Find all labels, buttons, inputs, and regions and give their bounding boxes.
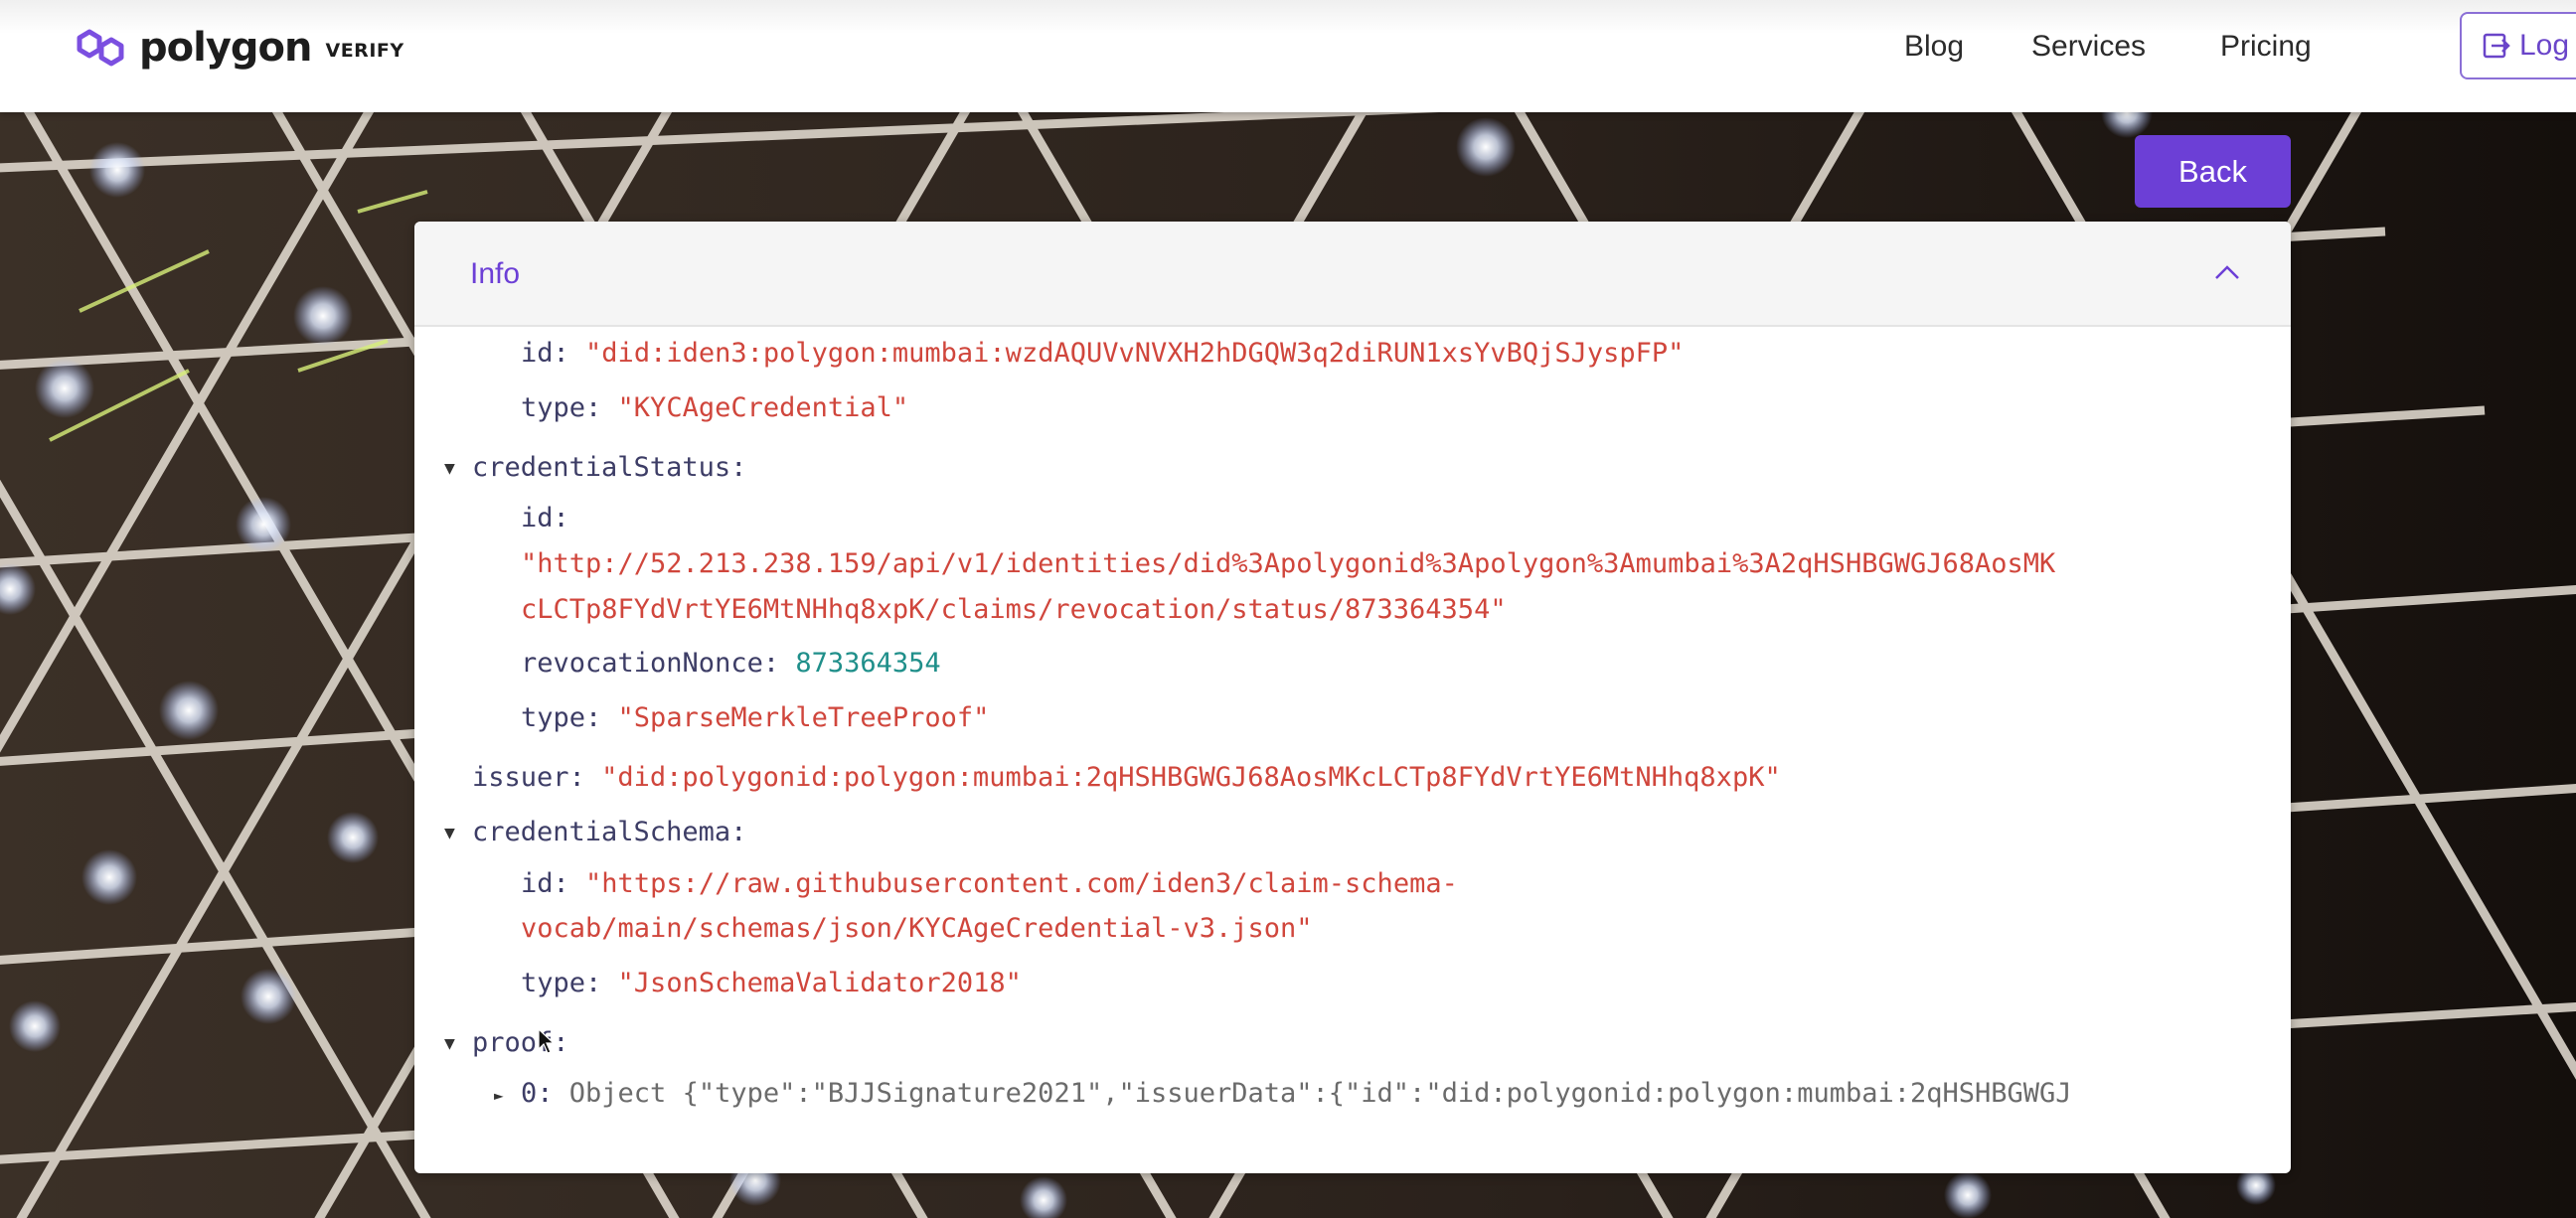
json-key: issuer: (472, 762, 585, 793)
back-button[interactable]: Back (2135, 135, 2291, 208)
json-object-preview: Object {"type":"BJJSignature2021","issue… (568, 1078, 2072, 1109)
triangle-down-icon[interactable]: ▼ (444, 1021, 455, 1067)
info-panel: Info id: "did:iden3:polygon:mumbai:wzdAQ… (414, 222, 2291, 1173)
json-key: revocationNonce: (521, 648, 780, 679)
polygon-logo-icon (77, 29, 124, 67)
nav-link-blog[interactable]: Blog (1904, 30, 1964, 64)
json-row: type: "KYCAgeCredential" (521, 385, 908, 431)
json-row[interactable]: credentialSchema: (472, 810, 746, 855)
json-row: vocab/main/schemas/json/KYCAgeCredential… (521, 906, 1313, 952)
json-row: type: "JsonSchemaValidator2018" (521, 961, 1022, 1006)
chevron-up-icon[interactable] (2213, 259, 2241, 287)
login-icon (2483, 33, 2510, 59)
json-string-value: "https://raw.githubusercontent.com/iden3… (585, 868, 1458, 899)
json-row: cLCTp8FYdVrtYE6MtNHhq8xpK/claims/revocat… (521, 587, 1507, 633)
json-key: credentialStatus: (472, 452, 747, 483)
json-key: type: (521, 702, 602, 733)
json-array-index: 0: (521, 1078, 554, 1109)
json-row: "http://52.213.238.159/api/v1/identities… (521, 541, 2055, 587)
triangle-down-icon[interactable]: ▼ (444, 446, 455, 492)
nav-link-services[interactable]: Services (2031, 30, 2146, 64)
nav-link-pricing[interactable]: Pricing (2220, 30, 2312, 64)
json-string-value: "JsonSchemaValidator2018" (617, 968, 1022, 998)
json-key: id: (521, 868, 569, 899)
info-panel-title: Info (470, 257, 521, 290)
json-string-value: "did:iden3:polygon:mumbai:wzdAQUVvNVXH2h… (585, 338, 1685, 369)
json-key: id: (521, 338, 569, 369)
json-key: type: (521, 968, 602, 998)
json-string-value: "http://52.213.238.159/api/v1/identities… (521, 548, 2056, 579)
json-number-value: 873364354 (795, 648, 941, 679)
brand-subtitle: VERIFY (325, 40, 404, 62)
login-label: Log (2519, 29, 2570, 62)
login-button[interactable]: Log (2460, 12, 2576, 79)
json-row: issuer: "did:polygonid:polygon:mumbai:2q… (472, 755, 1781, 801)
brand[interactable]: polygon VERIFY (74, 18, 404, 77)
json-row: type: "SparseMerkleTreeProof" (521, 695, 989, 741)
json-string-value: "KYCAgeCredential" (617, 392, 909, 423)
json-row: id: (521, 496, 569, 541)
json-string-value: vocab/main/schemas/json/KYCAgeCredential… (521, 913, 1313, 944)
json-row: id: "did:iden3:polygon:mumbai:wzdAQUVvNV… (521, 331, 1684, 377)
mouse-pointer-icon (538, 1028, 556, 1054)
top-navbar: polygon VERIFY Blog Services Pricing Log (0, 0, 2576, 112)
info-panel-header[interactable]: Info (414, 222, 2291, 327)
triangle-down-icon[interactable]: ▼ (444, 811, 455, 856)
triangle-right-icon[interactable]: ► (494, 1073, 504, 1119)
json-row: revocationNonce: 873364354 (521, 641, 941, 686)
json-string-value: "did:polygonid:polygon:mumbai:2qHSHBGWGJ… (601, 762, 1781, 793)
json-row[interactable]: 0: Object {"type":"BJJSignature2021","is… (521, 1071, 2072, 1117)
json-key: type: (521, 392, 602, 423)
json-row[interactable]: credentialStatus: (472, 445, 746, 491)
json-key: id: (521, 503, 569, 533)
json-string-value: "SparseMerkleTreeProof" (617, 702, 990, 733)
json-key: credentialSchema: (472, 817, 747, 847)
json-row: id: "https://raw.githubusercontent.com/i… (521, 861, 1458, 907)
json-string-value: cLCTp8FYdVrtYE6MtNHhq8xpK/claims/revocat… (521, 594, 1507, 625)
brand-name: polygon (139, 25, 312, 71)
